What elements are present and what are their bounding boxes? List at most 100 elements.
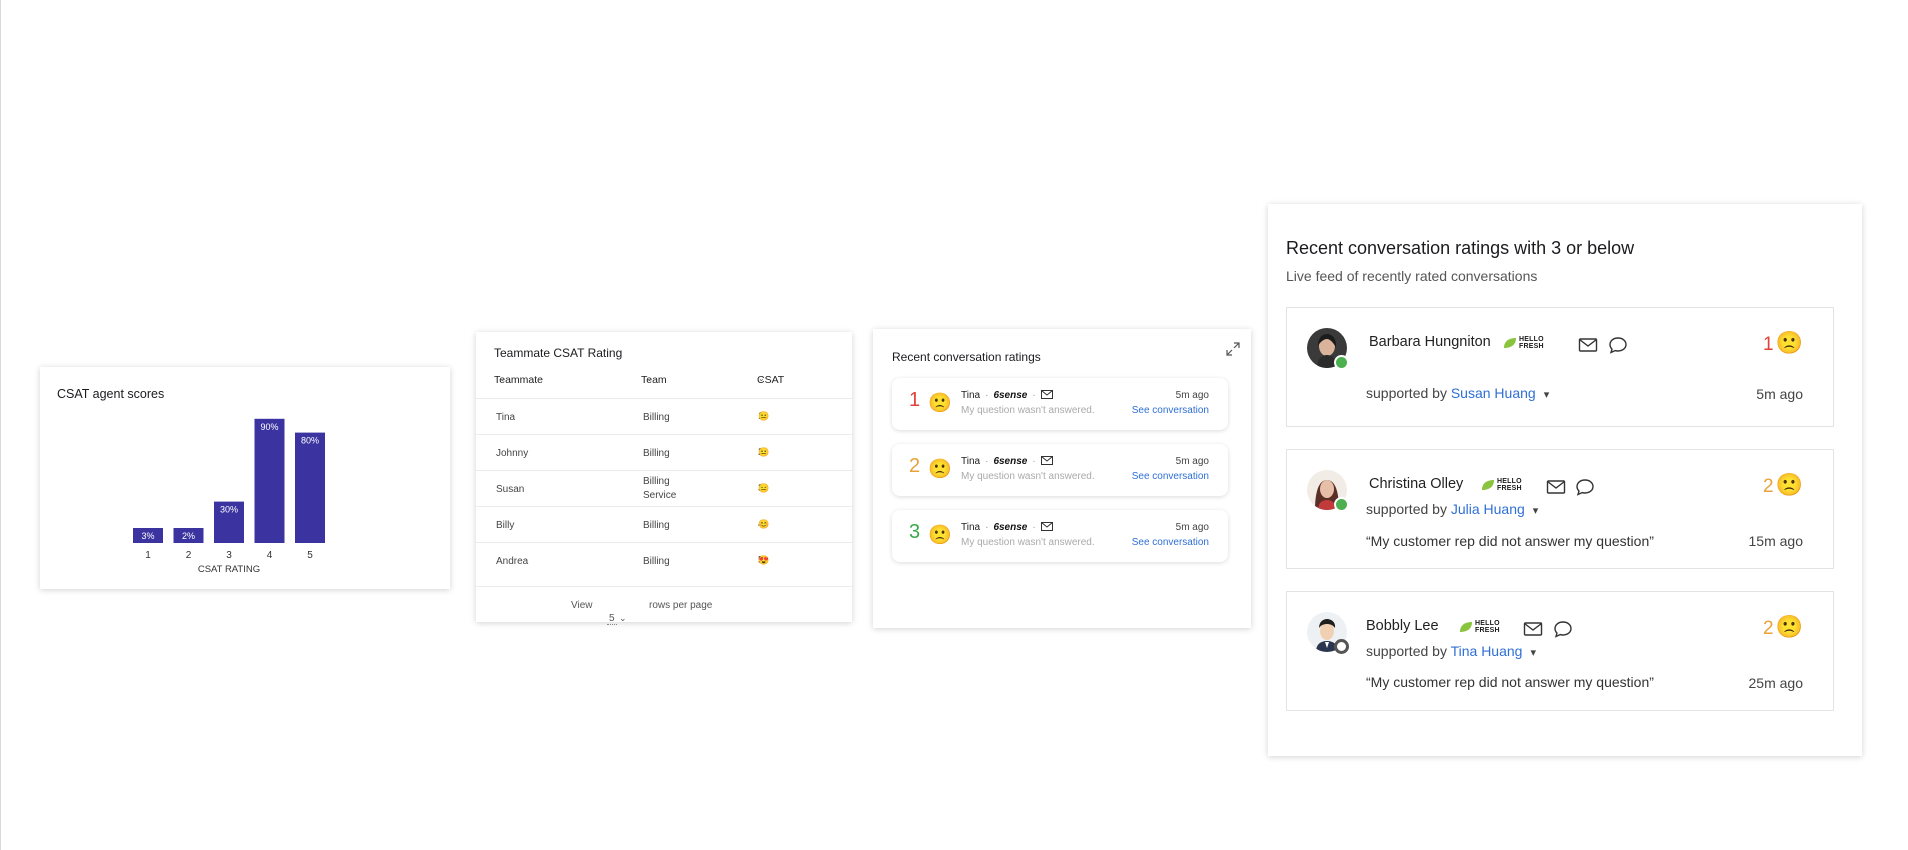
teammate-csat-card: Teammate CSAT Rating Teammate ⌄ Team ⌄ CSA… — [476, 332, 852, 625]
customer-name: Bobbly Lee — [1366, 618, 1439, 634]
rating-time: 5m ago — [1175, 456, 1209, 467]
chevron-down-icon[interactable]: ▾ — [1530, 646, 1536, 659]
left-edge-divider — [0, 0, 1, 850]
customer-comment: “My customer rep did not answer my quest… — [1366, 533, 1654, 549]
hellofresh-logo: HELLO FRESH — [1481, 478, 1522, 492]
mail-icon[interactable] — [1546, 478, 1566, 496]
rating-time: 5m ago — [1756, 386, 1803, 402]
rating-time: 5m ago — [1175, 390, 1209, 401]
table-title: Teammate CSAT Rating — [494, 346, 623, 360]
customer-name: Christina Olley — [1369, 476, 1464, 492]
x-tick-label: 1 — [145, 550, 151, 561]
supported-by: supported by Julia Huang ▾ — [1366, 501, 1539, 517]
frowning-face-icon: 🙁 — [1775, 472, 1803, 497]
rating-score: 2🙁 — [1763, 472, 1803, 497]
frowning-face-icon: 🙁 — [1775, 330, 1803, 355]
frowning-face-icon: 🙁 — [1775, 614, 1803, 639]
rating-item[interactable]: 3 🙁 Tina · 6sense · My question wasn't answ… — [892, 510, 1228, 562]
rating-number: 1 — [909, 389, 921, 411]
team-name: Billing — [643, 520, 670, 531]
mail-icon[interactable] — [1523, 620, 1543, 638]
teammate-name: Johnny — [496, 448, 529, 459]
view-label: View — [571, 600, 593, 611]
mail-icon[interactable] — [1578, 336, 1598, 354]
chat-bubble-icon[interactable] — [1608, 336, 1628, 354]
agent-name-link[interactable]: Susan Huang — [1451, 385, 1536, 401]
sixsense-logo: 6sense — [993, 456, 1028, 467]
table-row[interactable]: Susan Billing Service 3 😑 — [476, 470, 852, 506]
avatar[interactable] — [1307, 612, 1349, 654]
avatar[interactable] — [1307, 470, 1349, 512]
see-conversation-link[interactable]: See conversation — [1132, 537, 1209, 548]
table-row[interactable]: Tina Billing 1 😐 — [476, 398, 852, 434]
x-axis-label: CSAT RATING — [198, 564, 260, 575]
rating-number: 3 — [909, 521, 921, 543]
supported-by: supported by Tina Huang ▾ — [1366, 643, 1536, 659]
smiling-face-icon: 😊 — [758, 519, 770, 529]
team-name: Billing — [643, 412, 670, 423]
rating-time: 25m ago — [1748, 675, 1803, 691]
table-header: Teammate ⌄ Team ⌄ CSAT ⌄ — [494, 374, 785, 386]
rating-meta: Tina · 6sense · — [961, 522, 1053, 533]
hellofresh-logo: HELLO FRESH — [1459, 620, 1500, 634]
rating-number: 2 — [909, 455, 921, 477]
teammate-name: Tina — [496, 412, 516, 423]
csat-bar-chart: 3% 1 2% 2 30% 3 90% 4 80% 5 CSAT RATING — [133, 418, 325, 575]
mail-icon — [1040, 522, 1053, 531]
bar-rating-4[interactable] — [254, 418, 285, 543]
sort-chevron-icon: ⌄ — [499, 374, 506, 383]
online-status-dot — [1334, 497, 1349, 512]
feed-item[interactable]: Barbara Hungniton HELLO FRESH 1🙁 supporte… — [1286, 307, 1834, 427]
frowning-face-icon: 🙁 — [928, 393, 952, 414]
x-tick-label: 2 — [186, 550, 192, 561]
bar-value-label: 80% — [301, 436, 319, 446]
mail-icon — [1040, 390, 1053, 399]
chat-bubble-icon[interactable] — [1575, 478, 1595, 496]
see-conversation-link[interactable]: See conversation — [1132, 405, 1209, 416]
mail-icon — [1040, 456, 1053, 465]
x-tick-label: 5 — [307, 550, 313, 561]
heart-eyes-face-icon: 😍 — [758, 555, 770, 565]
rating-comment: My question wasn't answered. — [961, 537, 1095, 548]
chevron-down-icon[interactable]: ▾ — [1544, 388, 1550, 401]
table-pagination: View 5 ⌄ rows per page — [476, 586, 852, 625]
feed-item[interactable]: Christina Olley HELLO FRESH 2🙁 supported … — [1286, 449, 1834, 569]
bar-rating-5[interactable] — [295, 432, 325, 543]
team-name-line2: Service — [643, 490, 677, 501]
agent-name-link[interactable]: Julia Huang — [1451, 501, 1525, 517]
table-row[interactable]: Billy Billing 4 😊 — [476, 506, 852, 542]
customer-name: Barbara Hungniton — [1369, 334, 1491, 350]
csat-agent-scores-card: CSAT agent scores 3% 1 2% 2 30% 3 90% 4 80% 5 CSAT… — [40, 367, 450, 589]
sort-chevron-icon: ⌄ — [646, 374, 653, 383]
expressionless-face-icon: 😑 — [758, 483, 770, 493]
neutral-face-icon: 😐 — [758, 447, 770, 457]
feed-item[interactable]: Bobbly Lee HELLO FRESH 2🙁 supported by Ti… — [1286, 591, 1834, 711]
customer-comment: “My customer rep did not answer my quest… — [1366, 674, 1654, 690]
team-name: Billing — [643, 556, 670, 567]
chat-bubble-icon[interactable] — [1553, 620, 1573, 638]
chevron-down-icon[interactable]: ▾ — [1533, 504, 1539, 517]
rating-score: 1🙁 — [1763, 330, 1803, 355]
sixsense-logo: 6sense — [993, 390, 1028, 401]
sort-chevron-icon: ⌄ — [758, 374, 765, 383]
rows-per-page-label: rows per page — [649, 600, 713, 611]
offline-status-dot — [1334, 639, 1349, 654]
team-name: Billing — [643, 448, 670, 459]
expand-icon[interactable] — [1225, 341, 1241, 357]
recent-ratings-title: Recent conversation ratings — [892, 350, 1041, 364]
table-row[interactable]: Johnny Billing 2 😐 — [476, 434, 852, 470]
rating-item[interactable]: 2 🙁 Tina · 6sense · My question wasn't answ… — [892, 444, 1228, 496]
team-name: Billing — [643, 476, 670, 487]
agent-name-link[interactable]: Tina Huang — [1451, 643, 1523, 659]
chevron-down-icon: ⌄ — [619, 613, 627, 623]
rating-item[interactable]: 1 🙁 Tina · 6sense · My question wasn't answ… — [892, 378, 1228, 430]
neutral-face-icon: 😐 — [758, 411, 770, 421]
rating-comment: My question wasn't answered. — [961, 405, 1095, 416]
frowning-face-icon: 🙁 — [928, 525, 952, 546]
avatar[interactable] — [1307, 328, 1349, 370]
table-row[interactable]: Andrea Billing 5 😍 — [476, 542, 852, 578]
see-conversation-link[interactable]: See conversation — [1132, 471, 1209, 482]
frowning-face-icon: 🙁 — [928, 459, 952, 480]
hellofresh-logo: HELLO FRESH — [1503, 336, 1544, 350]
x-tick-label: 3 — [226, 550, 232, 561]
